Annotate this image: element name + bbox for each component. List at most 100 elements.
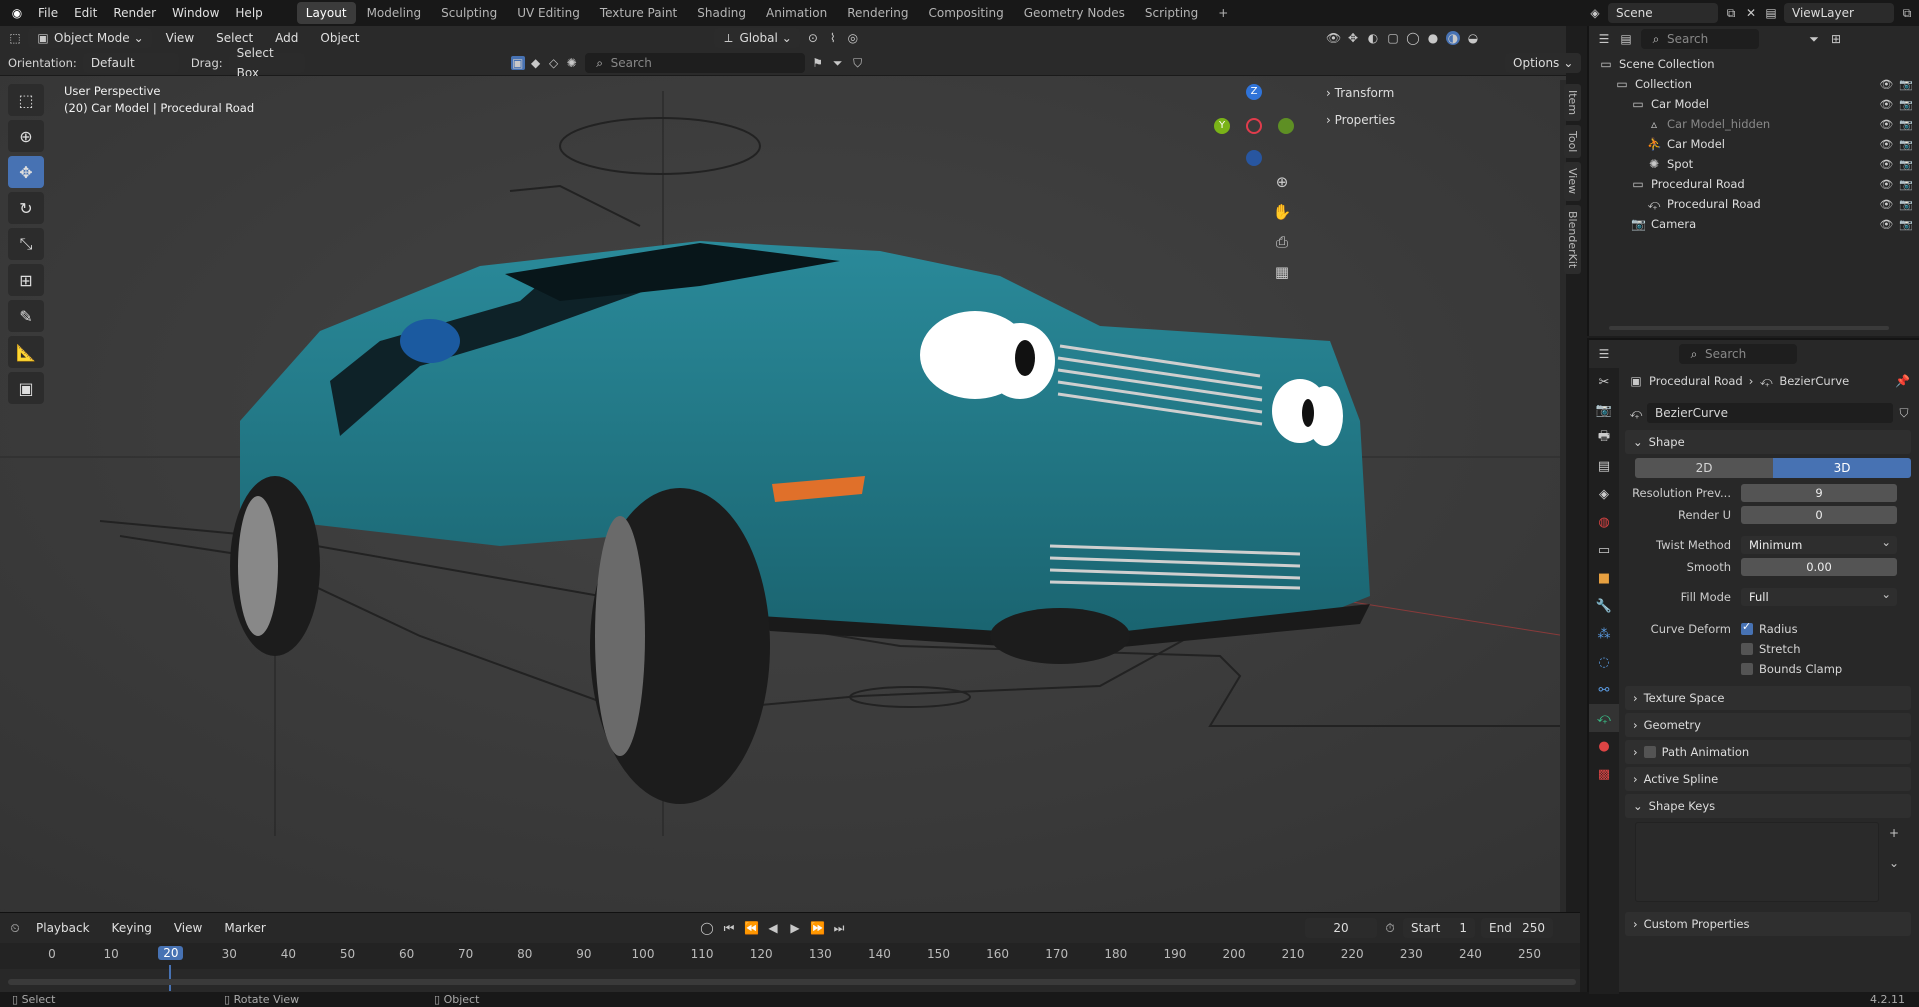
outliner-filter-icon[interactable]: ⏷ xyxy=(1807,32,1821,46)
tab-uv-editing[interactable]: UV Editing xyxy=(508,2,589,24)
xray-icon[interactable]: ▢ xyxy=(1386,31,1400,45)
play-reverse-icon[interactable]: ◀ xyxy=(766,921,780,935)
outliner-row[interactable]: ▭ Car Model 👁 📷 xyxy=(1589,94,1919,114)
drag-dropdown[interactable]: Select Box xyxy=(228,46,305,80)
cursor-tool-icon[interactable]: ⊕ xyxy=(8,120,44,152)
gizmo-z-axis[interactable]: Z xyxy=(1246,84,1262,100)
material-props-icon[interactable]: ● xyxy=(1589,732,1619,760)
outliner-search-input[interactable]: ⌕ Search xyxy=(1641,29,1759,49)
select-mode-icon[interactable]: ▣ xyxy=(510,56,525,70)
play-icon[interactable]: ▶ xyxy=(788,921,802,935)
menu-window[interactable]: Window xyxy=(164,0,227,26)
dim-2d-button[interactable]: 2D xyxy=(1635,458,1773,478)
tab-sculpting[interactable]: Sculpting xyxy=(432,2,506,24)
particles-props-icon[interactable]: ⁂ xyxy=(1589,620,1619,648)
gizmo-neg-y-axis[interactable] xyxy=(1278,118,1294,134)
physics-props-icon[interactable]: ◌ xyxy=(1589,648,1619,676)
blender-logo-icon[interactable]: ◉ xyxy=(10,6,24,20)
outliner-row[interactable]: ▭ Procedural Road 👁 📷 xyxy=(1589,174,1919,194)
filter-mesh-icon[interactable]: ◆ xyxy=(529,56,543,70)
outliner-row[interactable]: ⤽ Procedural Road 👁 📷 xyxy=(1589,194,1919,214)
shield-icon[interactable]: ⛉ xyxy=(851,56,865,70)
material-shading-icon[interactable]: ◑ xyxy=(1446,31,1460,45)
properties-search-input[interactable]: ⌕ Search xyxy=(1679,344,1797,364)
fill-mode-dropdown[interactable]: Full xyxy=(1741,585,1897,606)
rotate-tool-icon[interactable]: ↻ xyxy=(8,192,44,224)
transform-orientation-dropdown[interactable]: ⟂ Global ⌄ xyxy=(713,28,800,48)
gizmo-icon[interactable]: ✥ xyxy=(1346,31,1360,45)
snap-icon[interactable]: ⌇ xyxy=(826,31,840,45)
outliner-editor-type-icon[interactable]: ☰ xyxy=(1597,32,1611,46)
timeline-scrollbar[interactable] xyxy=(8,979,1576,985)
shape-key-menu-icon[interactable]: ⌄ xyxy=(1887,856,1901,870)
camera-render-icon[interactable]: 📷 xyxy=(1899,98,1913,111)
jump-start-icon[interactable]: ⏮ xyxy=(722,921,736,935)
eye-icon[interactable]: 👁 xyxy=(1879,118,1893,131)
render-u-field[interactable]: 0 xyxy=(1741,506,1897,524)
solid-shading-icon[interactable]: ● xyxy=(1426,31,1440,45)
datablock-selector[interactable]: ⤽ BezierCurve ⛉ xyxy=(1629,402,1911,424)
gizmo-y-axis[interactable]: Y xyxy=(1214,118,1230,134)
outliner-row[interactable]: ▵ Car Model_hidden 👁 📷 xyxy=(1589,114,1919,134)
auto-keying-icon[interactable]: ◯ xyxy=(700,921,714,935)
curve-data-props-icon[interactable]: ⤽ xyxy=(1589,704,1619,732)
tab-modeling[interactable]: Modeling xyxy=(358,2,431,24)
filter-light-icon[interactable]: ✺ xyxy=(565,56,579,70)
scene-selector[interactable]: Scene xyxy=(1608,3,1718,23)
menu-keying[interactable]: Keying xyxy=(104,915,160,941)
start-frame-field[interactable]: Start 1 xyxy=(1403,918,1475,938)
outliner-row[interactable]: ▭ Collection 👁 📷 xyxy=(1589,74,1919,94)
display-mode-icon[interactable]: ▤ xyxy=(1619,32,1633,46)
gizmo-x-axis[interactable] xyxy=(1246,118,1262,134)
panel-properties[interactable]: › Properties xyxy=(1316,107,1556,134)
end-frame-field[interactable]: End 250 xyxy=(1481,918,1553,938)
world-props-icon[interactable]: ◍ xyxy=(1589,508,1619,536)
section-path-animation[interactable]: › Path Animation xyxy=(1625,740,1911,764)
eye-icon[interactable]: 👁 xyxy=(1879,178,1893,191)
add-workspace-icon[interactable]: + xyxy=(1209,2,1237,24)
editor-type-icon[interactable]: ⬚ xyxy=(8,31,22,45)
outliner-row[interactable]: ⛹ Car Model 👁 📷 xyxy=(1589,134,1919,154)
smooth-field[interactable]: 0.00 xyxy=(1741,558,1897,576)
rendered-shading-icon[interactable]: ◒ xyxy=(1466,31,1480,45)
filter-curve-icon[interactable]: ◇ xyxy=(547,56,561,70)
camera-render-icon[interactable]: 📷 xyxy=(1899,78,1913,91)
delete-scene-icon[interactable]: ✕ xyxy=(1744,6,1758,20)
new-scene-icon[interactable]: ⧉ xyxy=(1724,6,1738,20)
pan-hand-icon[interactable]: ✋ xyxy=(1268,198,1296,226)
outliner-row[interactable]: 📷 Camera 👁 📷 xyxy=(1589,214,1919,234)
pin-icon[interactable]: 📌 xyxy=(1895,374,1910,388)
tab-texture-paint[interactable]: Texture Paint xyxy=(591,2,686,24)
menu-view[interactable]: View xyxy=(158,25,202,51)
fake-user-shield-icon[interactable]: ⛉ xyxy=(1897,406,1911,420)
camera-render-icon[interactable]: 📷 xyxy=(1899,118,1913,131)
section-geometry[interactable]: › Geometry xyxy=(1625,713,1911,737)
tab-shading[interactable]: Shading xyxy=(688,2,755,24)
eye-icon[interactable]: 👁 xyxy=(1879,138,1893,151)
timeline-editor-type-icon[interactable]: ⏲ xyxy=(8,921,22,935)
options-button[interactable]: Options ⌄ xyxy=(1505,53,1582,73)
stopwatch-icon[interactable]: ⏱ xyxy=(1383,921,1397,935)
add-cube-tool-icon[interactable]: ▣ xyxy=(8,372,44,404)
playhead-frame-indicator[interactable]: 20 xyxy=(158,946,184,960)
section-active-spline[interactable]: › Active Spline xyxy=(1625,767,1911,791)
tab-scripting[interactable]: Scripting xyxy=(1136,2,1207,24)
playhead-line[interactable] xyxy=(169,965,172,991)
orientation-default-dropdown[interactable]: Default xyxy=(82,53,179,73)
eye-icon[interactable]: 👁 xyxy=(1879,78,1893,91)
path-animation-checkbox[interactable] xyxy=(1643,746,1656,758)
menu-marker[interactable]: Marker xyxy=(216,915,273,941)
eye-icon[interactable]: 👁 xyxy=(1879,158,1893,171)
menu-help[interactable]: Help xyxy=(227,0,270,26)
menu-edit[interactable]: Edit xyxy=(66,0,105,26)
camera-render-icon[interactable]: 📷 xyxy=(1899,198,1913,211)
menu-object[interactable]: Object xyxy=(312,25,367,51)
annotate-tool-icon[interactable]: ✎ xyxy=(8,300,44,332)
3d-viewport[interactable]: User Perspective (20) Car Model | Proced… xyxy=(0,76,1566,912)
section-texture-space[interactable]: › Texture Space xyxy=(1625,686,1911,710)
jump-keyframe-forward-icon[interactable]: ⏩ xyxy=(810,921,825,935)
ortho-grid-icon[interactable]: ▦ xyxy=(1268,258,1296,286)
shape-keys-list[interactable] xyxy=(1635,822,1879,902)
outliner-row[interactable]: ▭ Scene Collection xyxy=(1589,54,1919,74)
section-custom-properties[interactable]: › Custom Properties xyxy=(1625,912,1911,936)
